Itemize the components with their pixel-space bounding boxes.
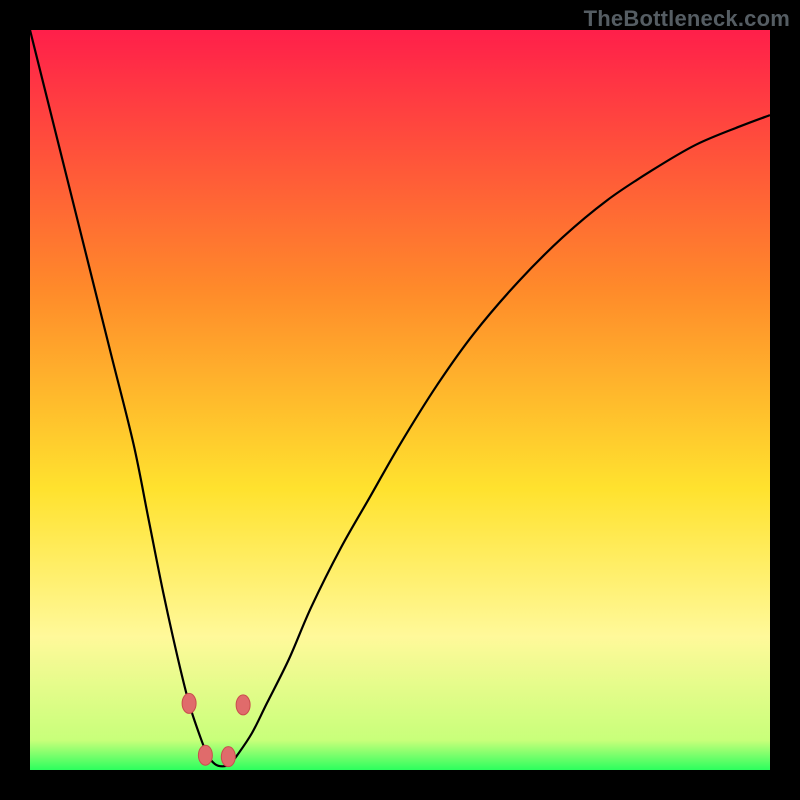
gradient-rect xyxy=(30,30,770,770)
plot-area xyxy=(30,30,770,770)
curve-marker-2 xyxy=(221,747,235,767)
curve-marker-1 xyxy=(198,745,212,765)
watermark-text: TheBottleneck.com xyxy=(584,6,790,32)
plot-svg xyxy=(30,30,770,770)
curve-marker-0 xyxy=(182,693,196,713)
chart-frame: TheBottleneck.com xyxy=(0,0,800,800)
curve-marker-3 xyxy=(236,695,250,715)
